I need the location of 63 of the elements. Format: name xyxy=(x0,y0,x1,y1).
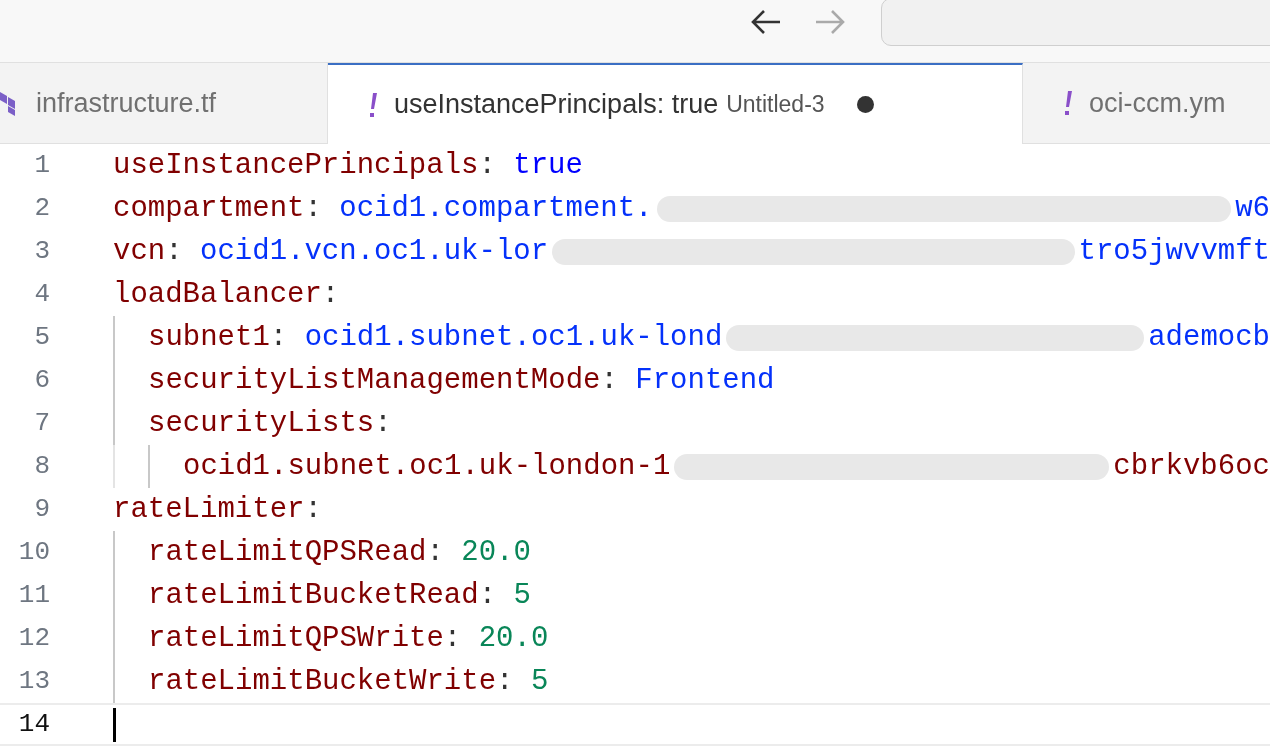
line-number: 3 xyxy=(33,235,50,268)
colon: : xyxy=(269,319,289,356)
yaml-key: rateLimitBucketRead xyxy=(148,573,479,618)
colon: : xyxy=(496,663,515,700)
line-number: 11 xyxy=(17,579,50,612)
yaml-key: rateLimitBucketWrite xyxy=(148,659,497,704)
colon: : xyxy=(478,147,497,184)
line-number: 6 xyxy=(33,364,50,397)
yaml-key: rateLimiter xyxy=(113,487,305,532)
yaml-value: tro5jwvvmft xyxy=(1078,233,1270,270)
yaml-key: rateLimitQPSWrite xyxy=(148,616,444,661)
colon: : xyxy=(165,233,184,270)
colon: : xyxy=(426,534,445,571)
back-arrow-icon[interactable] xyxy=(750,8,782,36)
yaml-value: 5 xyxy=(513,577,531,614)
line-number: 14 xyxy=(17,708,50,741)
yaml-value: 5 xyxy=(530,663,549,700)
yaml-key: securityLists xyxy=(148,401,375,446)
line-number: 12 xyxy=(17,622,50,655)
yaml-value: ocid1.compartment. xyxy=(339,190,653,227)
line-number: 2 xyxy=(33,192,50,225)
text-cursor xyxy=(113,707,116,742)
search-field[interactable] xyxy=(881,0,1270,46)
line-number: 13 xyxy=(17,665,50,698)
line-number: 8 xyxy=(33,450,50,483)
tab-description: Untitled-3 xyxy=(726,90,825,120)
line-number: 5 xyxy=(33,321,50,354)
line-number: 4 xyxy=(33,278,50,311)
tab-label: useInstancePrincipals: true xyxy=(394,88,719,122)
editor-tab[interactable]: infrastructure.tf xyxy=(0,63,328,144)
yaml-value: true xyxy=(513,147,583,184)
colon: : xyxy=(600,362,619,399)
yaml-value: 20.0 xyxy=(461,534,531,571)
colon: : xyxy=(374,405,392,442)
exclamation-icon xyxy=(1063,90,1073,116)
colon: : xyxy=(304,491,322,528)
yaml-key: compartment xyxy=(113,186,305,231)
yaml-key: securityListManagementMode xyxy=(148,358,601,403)
yaml-value: w6 xyxy=(1235,190,1270,227)
yaml-key: vcn xyxy=(113,229,166,274)
line-number: 1 xyxy=(33,149,50,182)
colon: : xyxy=(443,620,463,657)
line-number: 7 xyxy=(33,407,50,440)
line-number: 9 xyxy=(33,493,50,526)
tab-label: infrastructure.tf xyxy=(36,86,217,120)
exclamation-icon xyxy=(368,91,378,118)
yaml-key: useInstancePrincipals xyxy=(113,143,479,188)
colon: : xyxy=(321,276,340,313)
yaml-key: subnet1 xyxy=(148,315,270,360)
yaml-key: loadBalancer xyxy=(113,272,322,317)
line-number: 10 xyxy=(17,536,50,569)
editor-tab[interactable]: useInstancePrincipals: true Untitled-3 xyxy=(328,63,1023,144)
yaml-value: ocid1.subnet.oc1.uk-lond xyxy=(304,319,723,356)
yaml-value: ocid1.vcn.oc1.uk-lor xyxy=(200,233,549,270)
yaml-value: 20.0 xyxy=(478,620,549,657)
yaml-key: rateLimitQPSRead xyxy=(148,530,427,575)
colon: : xyxy=(478,577,498,614)
yaml-value: ademocb xyxy=(1148,319,1270,356)
yaml-value: ocid1.subnet.oc1.uk-london-1 xyxy=(183,448,671,485)
yaml-value: cbrkvb6oc xyxy=(1113,448,1270,485)
colon: : xyxy=(304,190,323,227)
tab-label: oci-ccm.ym xyxy=(1089,86,1226,120)
yaml-value: Frontend xyxy=(635,362,775,399)
